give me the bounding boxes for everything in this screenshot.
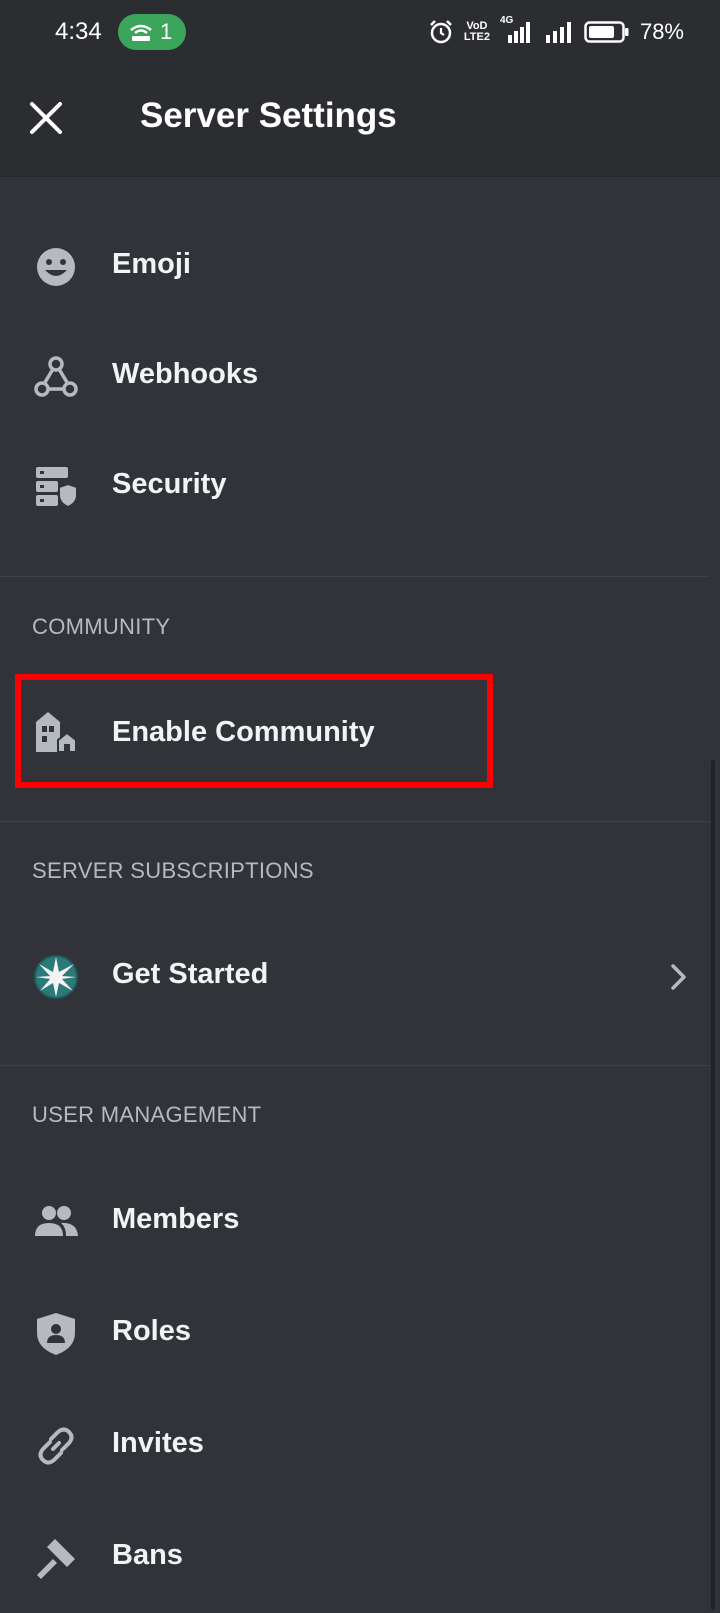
settings-item-emoji[interactable]: Emoji xyxy=(0,212,720,322)
page-title: Server Settings xyxy=(140,96,397,135)
webhooks-label: Webhooks xyxy=(112,358,259,390)
hammer-icon xyxy=(37,1539,75,1579)
settings-item-bans[interactable]: Bans xyxy=(0,1503,720,1613)
divider xyxy=(0,576,710,577)
settings-item-get-started[interactable]: Get Started xyxy=(0,922,720,1032)
scrollbar[interactable] xyxy=(711,760,715,1610)
link-icon xyxy=(38,1427,74,1465)
section-header-community: COMMUNITY xyxy=(32,614,171,639)
divider xyxy=(0,1065,710,1066)
section-header-server-subscriptions: SERVER SUBSCRIPTIONS xyxy=(32,858,314,883)
alarm-icon xyxy=(429,20,452,44)
signal-4g-icon: 4G xyxy=(500,15,534,45)
highlight-box xyxy=(15,674,493,788)
hotspot-icon xyxy=(130,24,152,41)
battery-percent: 78% xyxy=(639,19,684,44)
settings-item-roles[interactable]: Roles xyxy=(0,1279,720,1389)
settings-item-members[interactable]: Members xyxy=(0,1167,720,1277)
hotspot-badge[interactable]: 1 xyxy=(118,14,186,50)
roles-label: Roles xyxy=(112,1315,191,1347)
settings-item-security[interactable]: Security xyxy=(0,432,720,542)
bans-label: Bans xyxy=(112,1539,183,1571)
security-label: Security xyxy=(112,468,227,500)
status-time: 4:34 xyxy=(55,18,102,45)
signal-icon xyxy=(545,22,571,43)
hotspot-count: 1 xyxy=(160,19,173,44)
emoji-icon xyxy=(37,248,75,286)
invites-label: Invites xyxy=(112,1427,204,1459)
chevron-right-icon xyxy=(671,964,686,990)
battery-icon xyxy=(584,21,629,43)
settings-item-webhooks[interactable]: Webhooks xyxy=(0,322,720,432)
security-icon xyxy=(36,467,78,509)
network-type-icon: VoD LTE2 xyxy=(463,20,490,43)
status-bar: 4:34 1 VoD LTE2 4G 78% xyxy=(0,0,720,66)
close-icon[interactable] xyxy=(28,100,64,136)
divider xyxy=(0,821,710,822)
settings-item-invites[interactable]: Invites xyxy=(0,1391,720,1501)
roles-icon xyxy=(37,1313,75,1355)
get-started-label: Get Started xyxy=(112,958,269,990)
section-header-user-management: USER MANAGEMENT xyxy=(32,1102,262,1127)
server-subscriptions-icon xyxy=(34,955,78,999)
members-icon xyxy=(35,1206,78,1236)
app-header: Server Settings xyxy=(0,66,720,177)
status-icons: VoD LTE2 4G 78% xyxy=(428,15,684,48)
webhooks-icon xyxy=(34,356,78,397)
members-label: Members xyxy=(112,1203,240,1235)
emoji-label: Emoji xyxy=(112,248,191,280)
